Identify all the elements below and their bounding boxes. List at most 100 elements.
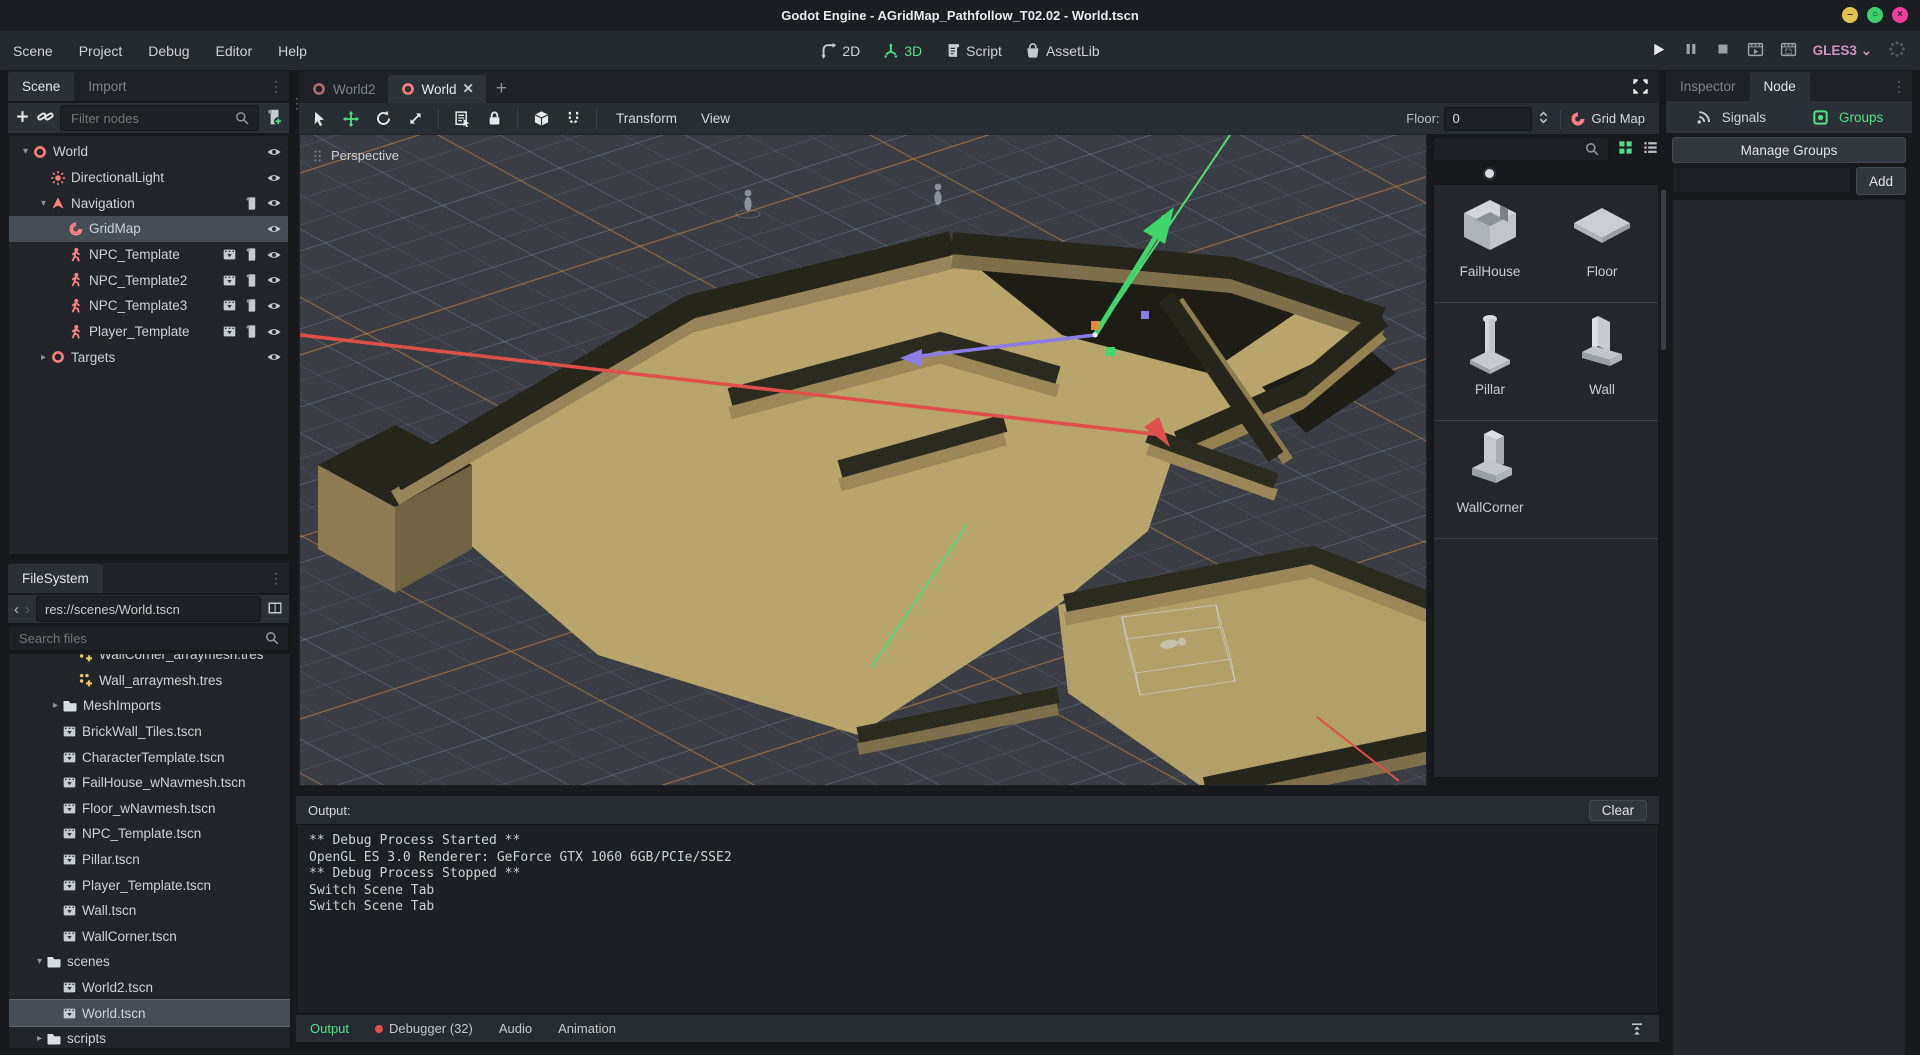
clear-output-button[interactable]: Clear	[1589, 800, 1647, 821]
file-row-charactertemplate-tscn[interactable]: CharacterTemplate.tscn	[9, 744, 290, 770]
scene-tree-row-targets[interactable]: ▸Targets	[9, 345, 288, 371]
rotate-tool-button[interactable]	[369, 106, 397, 132]
visibility-eye-icon[interactable]	[266, 298, 282, 314]
list-view-icon[interactable]	[1642, 139, 1659, 159]
transform-menu[interactable]: Transform	[606, 111, 687, 126]
switch-script-button[interactable]: Script	[944, 42, 1002, 59]
pause-button[interactable]	[1683, 41, 1699, 60]
tree-right-arrow-icon[interactable]: ▸	[49, 700, 62, 711]
visibility-eye-icon[interactable]	[266, 272, 282, 288]
tab-import[interactable]: Import	[74, 72, 140, 101]
palette-item-wall[interactable]: Wall	[1546, 303, 1658, 420]
file-row-failhouse-wnavmesh-tscn[interactable]: FailHouse_wNavmesh.tscn	[9, 770, 290, 796]
close-button[interactable]: ×	[1892, 7, 1908, 23]
visibility-eye-icon[interactable]	[266, 349, 282, 365]
script-badge-icon[interactable]	[244, 298, 259, 313]
gridmap-menu[interactable]: Grid Map	[1570, 111, 1653, 127]
attach-script-button[interactable]	[265, 108, 283, 129]
script-badge-icon[interactable]	[244, 247, 259, 262]
scene-tab-world[interactable]: World ✕	[388, 75, 486, 103]
file-row-wall-tscn[interactable]: Wall.tscn	[9, 898, 290, 924]
bottom-tab-audio[interactable]: Audio	[499, 1021, 532, 1036]
fs-back-button[interactable]: ‹	[14, 601, 19, 618]
bottom-tab-animation[interactable]: Animation	[558, 1021, 616, 1036]
scale-tool-button[interactable]	[401, 106, 429, 132]
file-row-pillar-tscn[interactable]: Pillar.tscn	[9, 847, 290, 873]
maximize-button[interactable]: ○	[1867, 7, 1883, 23]
palette-item-failhouse[interactable]: FailHouse	[1434, 185, 1546, 302]
tab-node[interactable]: Node	[1750, 72, 1810, 101]
palette-item-wallcorner[interactable]: WallCorner	[1434, 421, 1546, 538]
palette-search-input[interactable]	[1433, 137, 1609, 161]
manage-groups-button[interactable]: Manage Groups	[1672, 137, 1906, 163]
visibility-eye-icon[interactable]	[266, 247, 282, 263]
scene-tree-row-npc_template[interactable]: NPC_Template	[9, 242, 288, 268]
scene-tab-world2[interactable]: World2	[299, 75, 388, 103]
viewport-label[interactable]: Perspective	[311, 148, 399, 163]
file-row-scripts[interactable]: ▸scripts	[9, 1026, 290, 1049]
add-node-button[interactable]	[14, 108, 31, 128]
visibility-eye-icon[interactable]	[266, 324, 282, 340]
filesystem-dock-menu-icon[interactable]: ⋮	[269, 570, 283, 587]
tab-scene[interactable]: Scene	[8, 72, 74, 101]
scene-tree-row-world[interactable]: ▾World	[9, 139, 288, 165]
lock-button[interactable]	[480, 106, 508, 132]
thumbnail-size-slider[interactable]	[1433, 164, 1659, 184]
list-select-button[interactable]	[448, 106, 476, 132]
palette-item-floor[interactable]: Floor	[1546, 185, 1658, 302]
file-row-world2-tscn[interactable]: World2.tscn	[9, 975, 290, 1001]
minimize-button[interactable]: –	[1842, 7, 1858, 23]
play-custom-scene-button[interactable]	[1780, 41, 1797, 61]
slider-handle[interactable]	[1483, 167, 1496, 180]
menu-project[interactable]: Project	[66, 43, 136, 59]
file-row-meshimports[interactable]: ▸MeshImports	[9, 693, 290, 719]
right-dock-menu-icon[interactable]: ⋮	[1892, 78, 1906, 95]
groups-tab[interactable]: Groups	[1839, 110, 1883, 125]
floor-spinbox[interactable]: 0	[1444, 107, 1532, 131]
floor-spin-arrows-icon[interactable]	[1536, 110, 1551, 128]
switch-2d-button[interactable]: 2D	[820, 42, 860, 59]
tree-right-arrow-icon[interactable]: ▸	[37, 352, 50, 363]
distraction-free-button[interactable]	[1632, 78, 1649, 98]
file-row-wallcorner-tscn[interactable]: WallCorner.tscn	[9, 924, 290, 950]
movie-badge-icon[interactable]	[222, 324, 237, 339]
new-scene-tab-button[interactable]: +	[496, 78, 507, 100]
file-row-npc-template-tscn[interactable]: NPC_Template.tscn	[9, 821, 290, 847]
movie-badge-icon[interactable]	[222, 298, 237, 313]
add-group-button[interactable]: Add	[1856, 167, 1906, 195]
palette-item-pillar[interactable]: Pillar	[1434, 303, 1546, 420]
tree-right-arrow-icon[interactable]: ▸	[33, 1033, 46, 1044]
bottom-tab-output[interactable]: Output	[310, 1021, 349, 1036]
stop-button[interactable]	[1715, 41, 1731, 60]
switch-3d-button[interactable]: 3D	[882, 42, 922, 59]
scene-tree-row-directionallight[interactable]: DirectionalLight	[9, 165, 288, 191]
visibility-eye-icon[interactable]	[266, 144, 282, 160]
signals-tab[interactable]: Signals	[1722, 110, 1766, 125]
search-files-input[interactable]	[8, 625, 289, 651]
instance-scene-button[interactable]	[37, 108, 54, 128]
scene-dock-menu-icon[interactable]: ⋮	[269, 78, 283, 95]
scene-tree-row-gridmap[interactable]: GridMap	[9, 216, 288, 242]
file-row-brickwall-tiles-tscn[interactable]: BrickWall_Tiles.tscn	[9, 719, 290, 745]
menu-editor[interactable]: Editor	[203, 43, 266, 59]
tab-inspector[interactable]: Inspector	[1666, 72, 1750, 101]
movie-badge-icon[interactable]	[222, 273, 237, 288]
scene-tree-row-npc_template3[interactable]: NPC_Template3	[9, 293, 288, 319]
tree-down-arrow-icon[interactable]: ▾	[33, 956, 46, 967]
scene-tree-row-navigation[interactable]: ▾Navigation	[9, 190, 288, 216]
visibility-eye-icon[interactable]	[266, 170, 282, 186]
assetlib-button[interactable]: AssetLib	[1024, 42, 1100, 59]
expand-bottom-panel-icon[interactable]	[1629, 1021, 1645, 1037]
movie-badge-icon[interactable]	[222, 247, 237, 262]
fs-forward-button[interactable]: ›	[25, 601, 30, 618]
group-name-input[interactable]	[1672, 167, 1851, 193]
file-row-player-template-tscn[interactable]: Player_Template.tscn	[9, 872, 290, 898]
visibility-eye-icon[interactable]	[266, 221, 282, 237]
file-row-wall-arraymesh-tres[interactable]: Wall_arraymesh.tres	[9, 668, 290, 694]
video-driver-select[interactable]: GLES3 ⌄	[1813, 43, 1872, 59]
tab-filesystem[interactable]: FileSystem	[8, 564, 103, 593]
menu-scene[interactable]: Scene	[0, 43, 66, 59]
thumbnail-view-icon[interactable]	[1617, 139, 1634, 159]
menu-help[interactable]: Help	[265, 43, 320, 59]
bottom-tab-debugger-32-[interactable]: Debugger (32)	[375, 1021, 473, 1036]
